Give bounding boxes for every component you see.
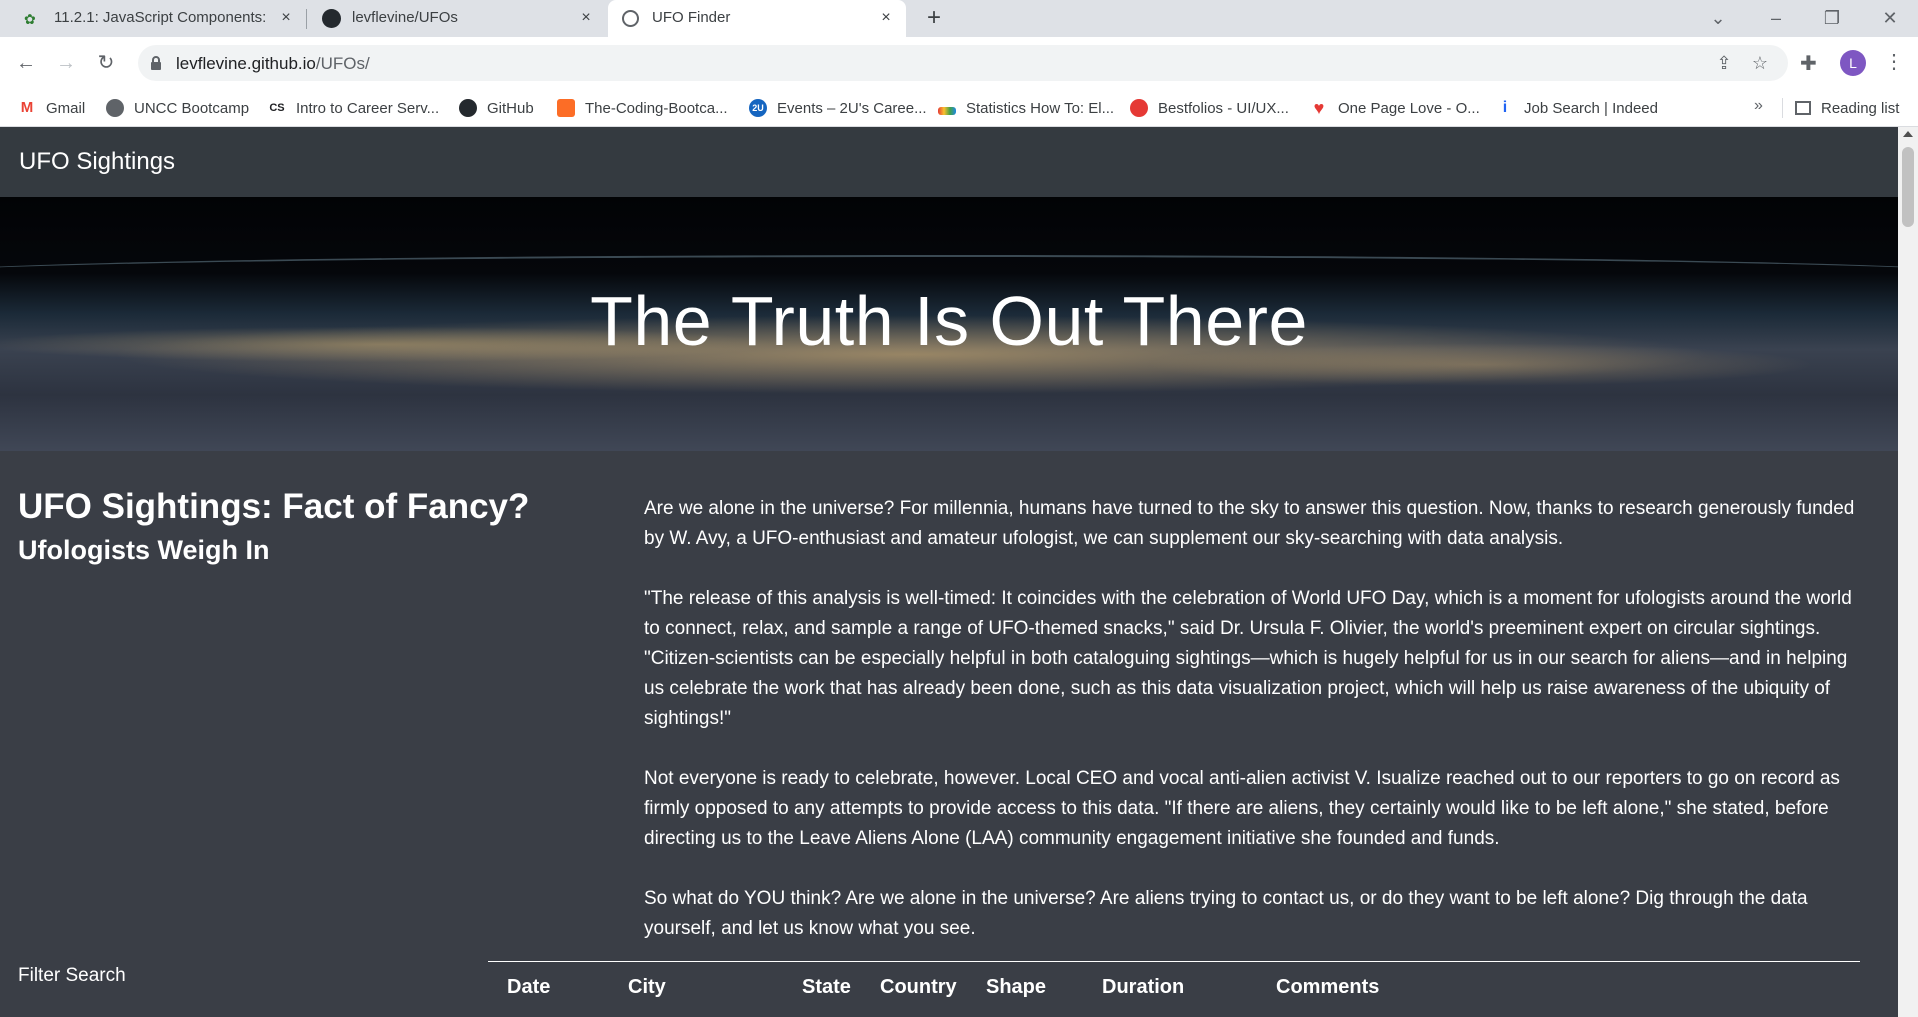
tab-strip: ✿ 11.2.1: JavaScript Components: B × lev… — [0, 0, 1918, 37]
article-header: UFO Sightings: Fact of Fancy? Ufologists… — [18, 487, 529, 566]
globe-icon — [106, 99, 124, 117]
bookmark-github[interactable]: GitHub — [459, 89, 534, 127]
bookmark-label: Job Search | Indeed — [1524, 99, 1658, 117]
tab-title: 11.2.1: JavaScript Components: B — [54, 9, 269, 26]
tab-ufo-finder[interactable]: UFO Finder × — [608, 0, 906, 37]
close-icon[interactable]: × — [878, 10, 894, 26]
bookmark-label: Events – 2U's Caree... — [777, 99, 927, 117]
tab-title: UFO Finder — [652, 9, 731, 26]
sightings-table: Date City State Country Shape Duration C… — [488, 961, 1860, 998]
bestfolios-icon — [1130, 99, 1148, 117]
bookmark-coding-bootcamp[interactable]: The-Coding-Bootca... — [557, 89, 728, 127]
bookmark-indeed[interactable]: i Job Search | Indeed — [1496, 89, 1658, 127]
reading-list-button[interactable]: Reading list — [1795, 89, 1899, 127]
bookmark-label: Bestfolios - UI/UX... — [1158, 99, 1289, 117]
globe-icon — [622, 10, 639, 27]
forward-button[interactable]: → — [52, 49, 80, 77]
article-paragraph: So what do YOU think? Are we alone in th… — [644, 888, 1808, 939]
reading-list-icon — [1795, 101, 1811, 115]
navbar-brand[interactable]: UFO Sightings — [19, 148, 175, 176]
restore-button[interactable]: ❐ — [1818, 4, 1846, 32]
cs-icon: CS — [268, 99, 286, 117]
url-host: levflevine.github.io — [176, 54, 316, 73]
tab-javascript-components[interactable]: ✿ 11.2.1: JavaScript Components: B × — [0, 0, 306, 37]
new-tab-button[interactable]: + — [920, 5, 948, 33]
tab-github-ufos[interactable]: levflevine/UFOs × — [308, 0, 606, 37]
url-path: /UFOs/ — [315, 54, 370, 73]
site-navbar: UFO Sightings — [0, 127, 1898, 197]
scroll-up-arrow-icon[interactable] — [1903, 131, 1913, 137]
close-window-button[interactable]: ✕ — [1876, 4, 1904, 32]
reload-button[interactable]: ↻ — [92, 49, 120, 77]
lock-icon[interactable] — [148, 55, 164, 71]
column-header-shape: Shape — [986, 976, 1047, 998]
address-bar[interactable]: levflevine.github.io/UFOs/ ⇪ ☆ — [138, 45, 1788, 81]
hero-banner: The Truth Is Out There — [0, 197, 1898, 451]
column-header-duration: Duration — [1102, 976, 1185, 998]
column-header-country: Country — [880, 976, 957, 998]
tab-divider — [306, 9, 307, 29]
scrollbar-thumb[interactable] — [1902, 147, 1914, 227]
heart-icon: ♥ — [1313, 98, 1325, 118]
column-header-city: City — [628, 976, 666, 998]
extensions-icon[interactable]: ✚ — [1800, 51, 1817, 76]
bookmark-label: GitHub — [487, 99, 534, 117]
bookmark-uncc-bootcamp[interactable]: UNCC Bootcamp — [106, 89, 249, 127]
more-bookmarks-icon[interactable]: » — [1754, 97, 1763, 115]
column-header-comments: Comments — [1276, 976, 1380, 998]
bookmark-intro-career[interactable]: CS Intro to Career Serv... — [268, 89, 439, 127]
browser-toolbar: ← → ↻ levflevine.github.io/UFOs/ ⇪ ☆ ✚ L… — [0, 37, 1918, 89]
article-paragraph: "The release of this analysis is well-ti… — [644, 588, 1852, 729]
article-paragraph: Not everyone is ready to celebrate, howe… — [644, 768, 1840, 849]
page-scrollbar[interactable] — [1898, 127, 1918, 1017]
bookmark-label: One Page Love - O... — [1338, 99, 1480, 117]
close-icon[interactable]: × — [278, 10, 294, 26]
hero-title: The Truth Is Out There — [590, 282, 1308, 360]
article-subheading: Ufologists Weigh In — [18, 535, 270, 565]
github-icon — [459, 99, 477, 117]
kebab-menu-icon[interactable]: ⋮ — [1884, 49, 1904, 74]
column-header-date: Date — [507, 976, 551, 998]
bookmark-label: Gmail — [46, 99, 86, 117]
courseware-favicon-icon: ✿ — [24, 11, 36, 27]
bookmark-label: Intro to Career Serv... — [296, 99, 440, 117]
chart-icon — [938, 107, 956, 115]
2u-icon: 2U — [749, 99, 767, 117]
article-paragraph: Are we alone in the universe? For millen… — [644, 498, 1855, 549]
gitlab-icon — [557, 99, 575, 117]
bookmark-label: UNCC Bootcamp — [134, 99, 250, 117]
bookmark-label: The-Coding-Bootca... — [585, 99, 728, 117]
gmail-icon: M — [18, 99, 36, 117]
article-body: Are we alone in the universe? For millen… — [644, 494, 1866, 974]
page-viewport: UFO Sightings The Truth Is Out There UFO… — [0, 127, 1898, 1017]
bookmark-2u-events[interactable]: 2U Events – 2U's Caree... — [749, 89, 927, 127]
minimize-button[interactable]: – — [1762, 4, 1790, 32]
bookmark-one-page-love[interactable]: ♥ One Page Love - O... — [1310, 89, 1480, 127]
indeed-icon: i — [1502, 99, 1508, 116]
github-icon — [322, 9, 341, 28]
share-icon[interactable]: ⇪ — [1714, 53, 1734, 73]
bookmark-statistics-how-to[interactable]: Statistics How To: El... — [938, 89, 1114, 127]
tab-title: levflevine/UFOs — [352, 9, 458, 26]
back-button[interactable]: ← — [12, 49, 40, 77]
bookmark-bestfolios[interactable]: Bestfolios - UI/UX... — [1130, 89, 1289, 127]
close-icon[interactable]: × — [578, 10, 594, 26]
star-icon[interactable]: ☆ — [1750, 53, 1770, 73]
reading-list-label: Reading list — [1821, 99, 1900, 117]
bookmarks-divider — [1782, 98, 1783, 118]
article-heading: UFO Sightings: Fact of Fancy? — [18, 487, 530, 526]
tab-search-icon[interactable]: ⌄ — [1704, 4, 1732, 32]
bookmarks-bar: M Gmail UNCC Bootcamp CS Intro to Career… — [0, 89, 1918, 127]
bookmark-label: Statistics How To: El... — [966, 99, 1115, 117]
url-text: levflevine.github.io/UFOs/ — [176, 54, 370, 74]
filter-search-label: Filter Search — [18, 965, 126, 986]
bookmark-gmail[interactable]: M Gmail — [18, 89, 85, 127]
avatar[interactable]: L — [1840, 50, 1866, 76]
column-header-state: State — [802, 976, 851, 998]
